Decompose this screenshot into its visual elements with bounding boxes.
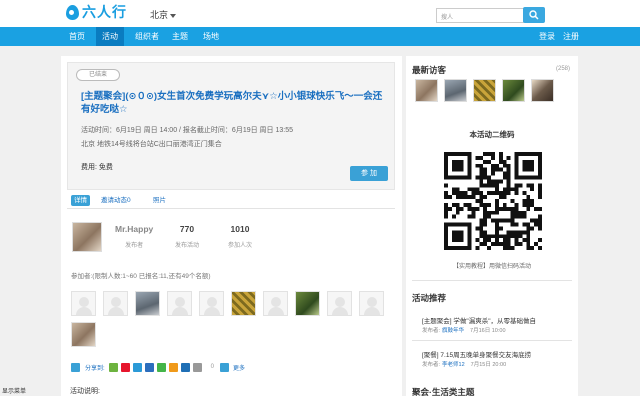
join-button[interactable]: 参 加	[350, 166, 388, 181]
visitor-avatar[interactable]	[444, 79, 467, 102]
recommendation-date: 7月15日 20:00	[470, 362, 507, 368]
kaixin-icon[interactable]	[180, 362, 190, 372]
qzone-icon[interactable]	[108, 362, 118, 372]
visitor-avatar[interactable]	[473, 79, 496, 102]
participant-avatar[interactable]	[231, 291, 256, 316]
login-link[interactable]: 登录	[539, 27, 555, 46]
published-caption: 发布活动	[175, 243, 200, 249]
divider	[412, 340, 572, 341]
tab-invites[interactable]: 邀请动态0	[101, 195, 131, 206]
search-input[interactable]: 搜人	[436, 8, 524, 23]
description-label: 活动说明:	[70, 388, 100, 395]
recommendation-meta: 发布者: 旗鼓年华 7月16日 10:00	[422, 326, 506, 334]
nav-activities[interactable]: 活动	[96, 27, 124, 46]
site-logo[interactable]: 六人行	[66, 3, 127, 21]
organizer-name[interactable]: Mr.Happy	[115, 224, 153, 234]
plus-icon[interactable]	[71, 362, 80, 372]
share-label: 分享到:	[85, 365, 105, 372]
author-label: 发布者:	[422, 328, 441, 334]
participant-avatar[interactable]	[295, 291, 320, 316]
participant-avatar[interactable]	[71, 322, 96, 347]
visitors-count: (258)	[556, 66, 571, 72]
participant-avatar[interactable]	[327, 291, 352, 316]
event-card: 已结束 [主题聚会](⊙０⊙)女生首次免费学玩高尔夫⋎☆小小银球快乐飞～一会还有…	[67, 62, 395, 190]
search-icon	[529, 10, 539, 20]
published-stat: 770 发布活动	[175, 224, 199, 249]
participants-label: 参加者:(限制人数:1~60 已报名:11,还有49个名额)	[71, 273, 211, 280]
nav-venues[interactable]: 场地	[197, 27, 225, 46]
weibo-icon[interactable]	[120, 362, 130, 372]
status-badge: 已结束	[76, 69, 120, 81]
nav-organizers[interactable]: 组织者	[129, 27, 165, 46]
douban-icon[interactable]	[168, 362, 178, 372]
organizer-avatar[interactable]	[72, 222, 102, 252]
qr-caption[interactable]: 【实用教程】用微信扫码活动	[406, 261, 578, 270]
share-bar: 分享到: 0 更多	[71, 362, 249, 372]
joined-stat: 1010 参加人次	[228, 224, 252, 249]
top-bar: 六人行 北京 搜人	[0, 0, 640, 27]
tab-photos[interactable]: 照片	[153, 195, 166, 206]
topic-section-title: 聚会·生活类主题	[412, 387, 475, 396]
logo-icon	[66, 4, 79, 20]
share-more[interactable]: 更多	[233, 363, 245, 372]
email-icon[interactable]	[192, 362, 202, 372]
renren-icon[interactable]	[144, 362, 154, 372]
recommendation-date: 7月16日 10:00	[470, 328, 506, 334]
organizer-info: Mr.Happy 发布者	[115, 224, 153, 249]
participant-avatar[interactable]	[71, 291, 96, 316]
recommendation-title[interactable]: [主题聚会] 学做"漏爽杀"，从零基础做自	[422, 315, 536, 325]
show-menu-link[interactable]: 显示菜单	[2, 386, 26, 395]
author-link[interactable]: 李老师12	[442, 362, 465, 368]
event-location[interactable]: 北京 地铁14号线将台站C出口丽港湾正门集合	[81, 139, 222, 149]
qr-code	[444, 152, 542, 250]
divider	[412, 280, 572, 281]
recommendation-title[interactable]: [聚餐] 7.15周五晚单身聚餐交友海底捞	[422, 349, 531, 359]
recommend-title: 活动推荐	[412, 293, 447, 303]
city-label: 北京	[150, 10, 169, 20]
organizer-caption: 发布者	[125, 243, 144, 249]
tencent-weibo-icon[interactable]	[132, 362, 142, 372]
joined-count: 1010	[230, 224, 250, 234]
author-label: 发布者:	[422, 362, 441, 368]
participant-avatar[interactable]	[359, 291, 384, 316]
visitors-title: 最新访客	[412, 65, 447, 75]
participant-avatar[interactable]	[167, 291, 192, 316]
visitor-avatar[interactable]	[531, 79, 554, 102]
nav-home[interactable]: 首页	[63, 27, 91, 46]
nav-topics[interactable]: 主题	[166, 27, 194, 46]
participant-avatar[interactable]	[199, 291, 224, 316]
plus-icon[interactable]	[220, 362, 230, 372]
tab-details[interactable]: 详情	[71, 195, 90, 206]
city-selector[interactable]: 北京	[150, 8, 177, 21]
event-time: 活动时间：6月19日 周日 14:00 / 报名截止时间：6月19日 周日 13…	[81, 127, 294, 134]
event-main: 已结束 [主题聚会](⊙０⊙)女生首次免费学玩高尔夫⋎☆小小银球快乐飞～一会还有…	[61, 56, 402, 396]
wechat-icon[interactable]	[156, 362, 166, 372]
search-button[interactable]	[523, 7, 545, 23]
logo-text: 六人行	[82, 4, 127, 20]
visitor-avatar[interactable]	[415, 79, 438, 102]
joined-caption: 参加人次	[228, 243, 253, 249]
participant-avatar[interactable]	[103, 291, 128, 316]
recommendation-meta: 发布者: 李老师12 7月15日 20:00	[422, 360, 506, 368]
event-title: [主题聚会](⊙０⊙)女生首次免费学玩高尔夫⋎☆小小银球快乐飞～一会还有好吃哒☆	[81, 91, 383, 115]
author-link[interactable]: 旗鼓年华	[442, 328, 464, 334]
chevron-down-icon	[170, 13, 177, 18]
visitor-avatar[interactable]	[502, 79, 525, 102]
published-count: 770	[179, 224, 195, 234]
participant-avatar[interactable]	[135, 291, 160, 316]
share-count: 0	[210, 364, 215, 370]
participant-avatar[interactable]	[263, 291, 288, 316]
main-nav: 首页 活动 组织者 主题 场地 登录 注册	[0, 27, 640, 46]
register-link[interactable]: 注册	[563, 27, 579, 46]
divider	[67, 208, 395, 209]
qr-title: 本活动二维码	[469, 130, 515, 139]
qr-code-image	[444, 152, 542, 250]
event-fee: 费用: 免费	[81, 164, 113, 171]
sidebar: 最新访客 (258) 本活动二维码 【实用教程】用微信扫码活动 活动推荐 [主题…	[406, 56, 578, 396]
